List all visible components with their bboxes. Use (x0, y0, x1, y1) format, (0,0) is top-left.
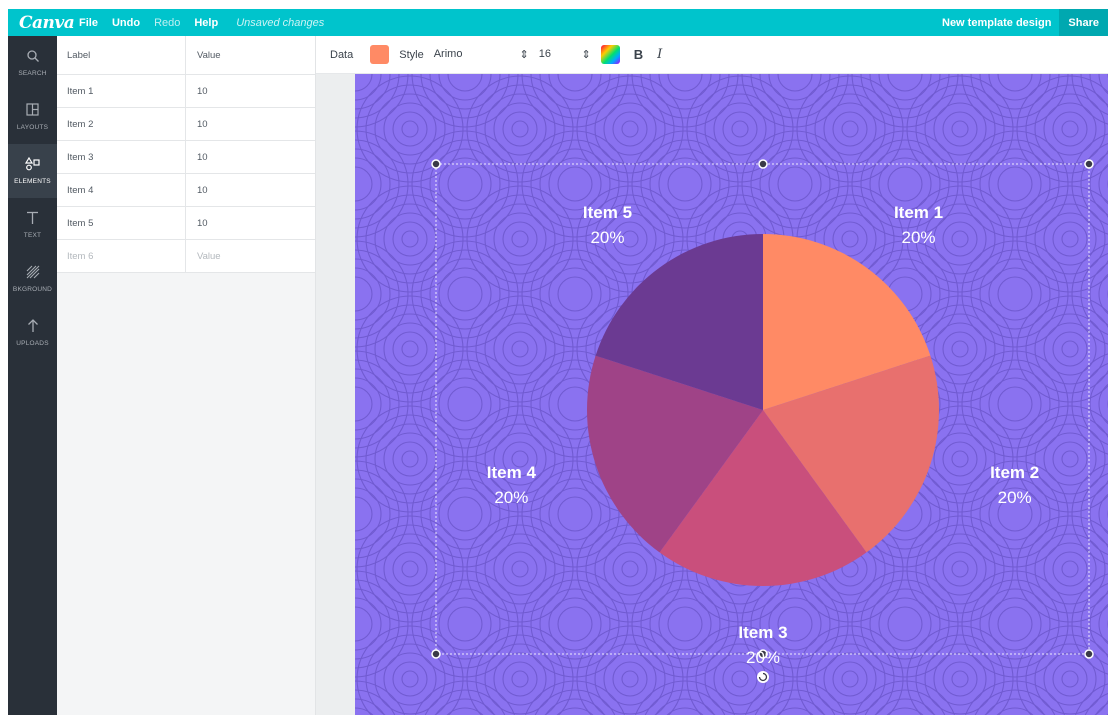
left-sidebar: SEARCH LAYOUTS ELEMENTS TEXT BKGROUND UP… (8, 36, 57, 715)
undo-button[interactable]: Undo (112, 17, 140, 29)
background-icon (26, 265, 40, 283)
font-dropdown[interactable]: Arimo ⇕ (434, 48, 529, 61)
bold-button[interactable]: B (634, 47, 643, 62)
table-header-row: Label Value (57, 36, 315, 75)
canva-logo[interactable]: Canva (19, 13, 79, 33)
sidebar-item-uploads[interactable]: UPLOADS (8, 306, 57, 360)
text-color-picker-icon[interactable] (600, 45, 620, 64)
canvas-svg: Item 1 20% Item 2 20% Item 3 20% Item 4 20% Item… (355, 74, 1108, 715)
elements-icon (24, 156, 40, 175)
font-size-dropdown[interactable]: 16 ⇕ (539, 48, 601, 61)
value-cell[interactable]: 10 (186, 75, 315, 107)
resize-handle-top (758, 159, 768, 169)
italic-button[interactable]: I (657, 47, 662, 62)
slice-percent-3: 20% (746, 648, 780, 667)
label-cell[interactable]: Item 1 (57, 75, 186, 107)
label-column-header: Label (57, 36, 186, 74)
table-row: Item 3 10 (57, 141, 315, 174)
font-name: Arimo (433, 48, 463, 60)
slice-percent-4: 20% (494, 488, 528, 507)
sidebar-item-text[interactable]: TEXT (8, 198, 57, 252)
slice-percent-2: 20% (998, 488, 1032, 507)
table-row: Item 5 10 (57, 207, 315, 240)
slice-percent-1: 20% (902, 228, 936, 247)
value-column-header: Value (197, 49, 221, 61)
redo-button[interactable]: Redo (154, 17, 180, 29)
resize-handle-top-right (1084, 159, 1094, 169)
table-row-placeholder: Item 6 Value (57, 240, 315, 273)
font-size-value: 16 (538, 48, 551, 60)
slice-label-5: Item 5 (583, 203, 632, 222)
chart-data-panel: Label Value Item 1 10 Item 2 10 Item 3 1… (57, 36, 316, 715)
table-row: Item 2 10 (57, 108, 315, 141)
text-icon (26, 211, 39, 229)
slice-label-1: Item 1 (894, 203, 943, 222)
file-menu[interactable]: File (79, 17, 98, 29)
label-cell[interactable]: Item 3 (57, 141, 186, 173)
sidebar-item-elements[interactable]: ELEMENTS (8, 144, 57, 198)
search-icon (26, 49, 40, 67)
sidebar-label-elements: ELEMENTS (14, 178, 51, 185)
resize-handle-bottom-left (431, 649, 441, 659)
layouts-icon (26, 103, 39, 121)
sidebar-item-background[interactable]: BKGROUND (8, 252, 57, 306)
label-cell[interactable]: Item 4 (57, 174, 186, 206)
chart-toolbar: Data Style Arimo ⇕ 16 ⇕ B I (316, 36, 1108, 74)
sidebar-item-search[interactable]: SEARCH (8, 36, 57, 90)
slice-label-2: Item 2 (990, 463, 1039, 482)
slice-label-3: Item 3 (738, 623, 787, 642)
table-row: Item 1 10 (57, 75, 315, 108)
resize-handle-top-left (431, 159, 441, 169)
top-bar: Canva File Undo Redo Help Unsaved change… (8, 9, 1108, 36)
sidebar-item-layouts[interactable]: LAYOUTS (8, 90, 57, 144)
label-placeholder-cell[interactable]: Item 6 (57, 240, 186, 272)
data-label[interactable]: Data (330, 49, 353, 61)
label-cell[interactable]: Item 5 (57, 207, 186, 239)
sidebar-label-uploads: UPLOADS (16, 340, 49, 347)
label-cell[interactable]: Item 2 (57, 108, 186, 140)
canva-editor-window: Canva File Undo Redo Help Unsaved change… (0, 0, 1108, 715)
slice-label-4: Item 4 (487, 463, 537, 482)
design-name[interactable]: New template design (942, 17, 1051, 29)
sidebar-label-search: SEARCH (18, 70, 47, 77)
value-cell[interactable]: 10 (186, 174, 315, 206)
value-cell[interactable]: 10 (186, 141, 315, 173)
share-button[interactable]: Share (1059, 9, 1108, 36)
sidebar-label-background: BKGROUND (12, 286, 53, 293)
value-placeholder-cell[interactable]: Value (186, 240, 315, 272)
design-canvas[interactable]: Item 1 20% Item 2 20% Item 3 20% Item 4 20% Item… (355, 74, 1108, 715)
style-label[interactable]: Style (399, 49, 423, 61)
rotate-handle-icon[interactable] (757, 671, 769, 683)
font-size-arrows-icon: ⇕ (581, 49, 591, 61)
sidebar-label-text: TEXT (23, 232, 42, 239)
resize-handle-bottom-right (1084, 649, 1094, 659)
table-row: Item 4 10 (57, 174, 315, 207)
slice-percent-5: 20% (590, 228, 624, 247)
font-dropdown-arrows-icon: ⇕ (519, 49, 529, 61)
upload-icon (27, 319, 39, 337)
value-cell[interactable]: 10 (186, 207, 315, 239)
pie-chart[interactable] (587, 234, 939, 586)
help-menu[interactable]: Help (194, 17, 218, 29)
color-swatch[interactable] (370, 45, 390, 64)
value-cell[interactable]: 10 (186, 108, 315, 140)
sidebar-label-layouts: LAYOUTS (16, 124, 49, 131)
unsaved-changes-status: Unsaved changes (236, 16, 325, 29)
